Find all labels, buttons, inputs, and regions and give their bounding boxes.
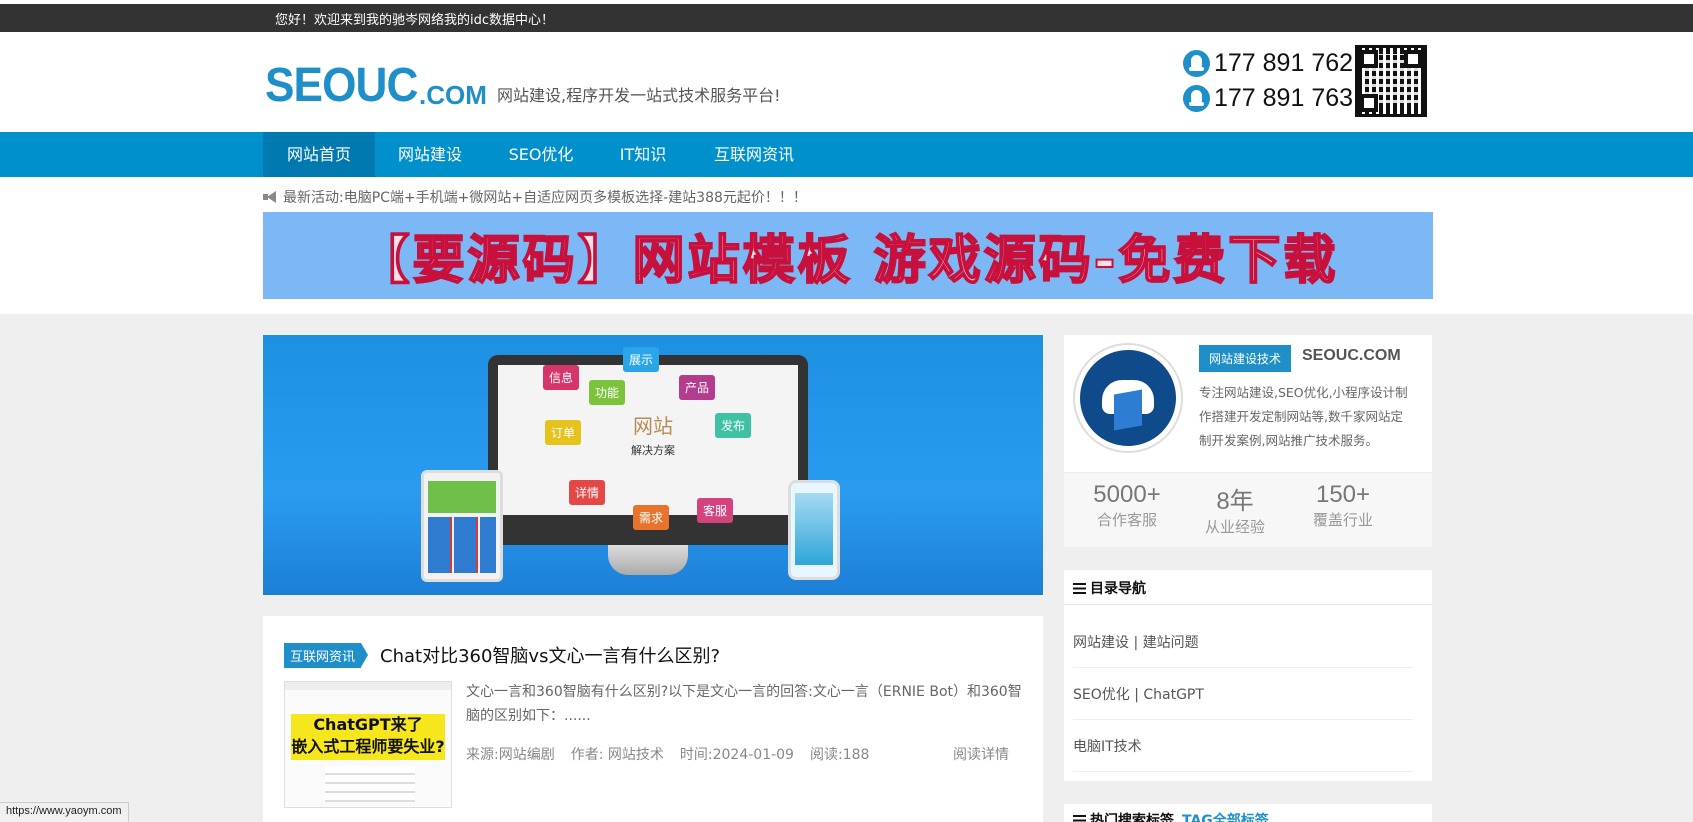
hero-tag: 详情: [569, 480, 606, 505]
hero-tag: 需求: [633, 505, 670, 530]
article-title[interactable]: Chat对比360智脑vs文心一言有什么区别?: [380, 642, 720, 668]
hero-tag: 信息: [543, 365, 580, 390]
article-author: 作者: 网站技术: [570, 747, 664, 763]
hero-tag: 发布: [715, 413, 752, 438]
phone-illustration: [788, 480, 840, 580]
hero-tag: 客服: [697, 498, 734, 523]
tablet-illustration: [421, 470, 503, 582]
nav-item-internet-news[interactable]: 互联网资讯: [689, 132, 819, 177]
hero-tag: 展示: [623, 347, 660, 372]
read-more-link[interactable]: 阅读详情: [953, 744, 1009, 764]
profile-name: SEOUC.COM: [1302, 347, 1401, 364]
profile-description: 专注网站建设,SEO优化,小程序设计制作搭建开发定制网站等,数千家网站定制开发案…: [1199, 385, 1408, 448]
banner-text: 【要源码】网站模板 游戏源码-免费下载: [357, 230, 1339, 292]
phone-number-1: 177 891 762: [1214, 49, 1354, 77]
hero-slide[interactable]: 网站 解决方案 展示 信息 功能 产品 订单 发布 详情 需求 客服: [263, 335, 1043, 595]
phone-line-1: 177 891 762: [1183, 49, 1353, 78]
hero-center-title: 网站: [633, 414, 673, 438]
nav-item-website-building[interactable]: 网站建设: [375, 132, 485, 177]
site-logo[interactable]: SEOUC .COM: [265, 58, 487, 113]
stat-value: 8年: [1216, 488, 1254, 515]
hero-center-sub: 解决方案: [631, 444, 675, 457]
qq-icon[interactable]: [1183, 50, 1210, 77]
welcome-text: 您好！欢迎来到我的驰岑网络我的idc数据中心！: [275, 13, 555, 28]
article-excerpt: 文心一言和360智脑有什么区别?以下是文心一言的回答:文心一言（ERNIE Bo…: [466, 684, 1022, 724]
stat-label: 从业经验: [1204, 518, 1265, 536]
stat-clients: 5000+ 合作客服: [1072, 481, 1182, 530]
stat-value: 5000+: [1093, 481, 1161, 508]
stat-industries: 150+ 覆盖行业: [1288, 481, 1398, 530]
article-thumbnail[interactable]: ChatGPT来了 嵌入式工程师要失业?: [284, 681, 452, 808]
profile-stats: 5000+ 合作客服 8年 从业经验 150+ 覆盖行业: [1064, 472, 1432, 547]
directory-title-text: 目录导航: [1090, 581, 1146, 597]
article-category-tag[interactable]: 互联网资讯: [284, 643, 369, 668]
hot-tags-box: 热门搜索标签 TAG全部标签: [1064, 804, 1432, 822]
phone-line-2: 177 891 763: [1183, 84, 1353, 113]
article-views: 阅读:188: [809, 747, 870, 763]
hot-tags-title: 热门搜索标签 TAG全部标签: [1073, 810, 1269, 822]
menu-icon: [1073, 582, 1086, 594]
all-tags-link[interactable]: TAG全部标签: [1182, 810, 1269, 822]
site-slogan: 网站建设,程序开发一站式技术服务平台!: [497, 86, 781, 105]
logo-suffix: .COM: [419, 80, 487, 110]
nav-item-it[interactable]: IT知识: [597, 132, 689, 177]
menu-icon: [1073, 814, 1086, 822]
megaphone-icon: [263, 191, 277, 203]
directory-title: 目录导航: [1073, 578, 1146, 598]
profile-tag: 网站建设技术: [1199, 345, 1292, 372]
directory-item[interactable]: 电脑IT技术: [1073, 736, 1413, 772]
article-card: 互联网资讯 Chat对比360智脑vs文心一言有什么区别? ChatGPT来了 …: [263, 616, 1043, 822]
stat-label: 合作客服: [1096, 511, 1157, 529]
qr-code-icon: [1355, 45, 1427, 117]
stat-value: 150+: [1315, 481, 1371, 508]
ad-banner[interactable]: 【要源码】网站模板 游戏源码-免费下载: [263, 212, 1433, 299]
notice[interactable]: 最新活动:电脑PC端+手机端+微网站+自适应网页多模板选择-建站388元起价！！…: [263, 187, 807, 207]
article-source: 来源:网站编剧: [466, 747, 555, 763]
browser-status-url: https://www.yaoym.com: [0, 802, 129, 822]
directory-nav-box: 目录导航 网站建设 | 建站问题 SEO优化 | ChatGPT 电脑IT技术: [1064, 570, 1432, 781]
phone-number-2: 177 891 763: [1214, 84, 1354, 112]
site-header: SEOUC .COM 网站建设,程序开发一站式技术服务平台! 177 891 7…: [0, 32, 1693, 132]
thumb-line-1: ChatGPT来了: [313, 715, 423, 734]
main-nav: 网站首页 网站建设 SEO优化 IT知识 互联网资讯: [0, 132, 1693, 177]
profile-box: 网站建设技术 SEOUC.COM 专注网站建设,SEO优化,小程序设计制作搭建开…: [1064, 335, 1432, 547]
nav-item-seo[interactable]: SEO优化: [485, 132, 597, 177]
directory-item[interactable]: SEO优化 | ChatGPT: [1073, 684, 1413, 720]
notice-text: 最新活动:电脑PC端+手机端+微网站+自适应网页多模板选择-建站388元起价！！…: [283, 190, 807, 206]
directory-item[interactable]: 网站建设 | 建站问题: [1073, 632, 1413, 668]
hot-tags-title-text: 热门搜索标签: [1090, 813, 1174, 822]
logo-main: SEOUC: [265, 59, 418, 112]
avatar: [1075, 345, 1181, 451]
stat-experience: 8年 从业经验: [1180, 481, 1290, 537]
thumb-line-2: 嵌入式工程师要失业?: [291, 737, 445, 756]
article-time: 时间:2024-01-09: [679, 747, 794, 763]
nav-item-home[interactable]: 网站首页: [263, 132, 375, 177]
stat-label: 覆盖行业: [1312, 511, 1373, 529]
hero-tag: 功能: [589, 380, 626, 405]
qq-icon[interactable]: [1183, 85, 1210, 112]
hero-tag: 产品: [679, 375, 716, 400]
hero-tag: 订单: [545, 420, 582, 445]
article-meta: 来源:网站编剧 作者: 网站技术 时间:2024-01-09 阅读:188: [466, 744, 869, 764]
top-welcome-bar: 您好！欢迎来到我的驰岑网络我的idc数据中心！: [0, 0, 1693, 32]
